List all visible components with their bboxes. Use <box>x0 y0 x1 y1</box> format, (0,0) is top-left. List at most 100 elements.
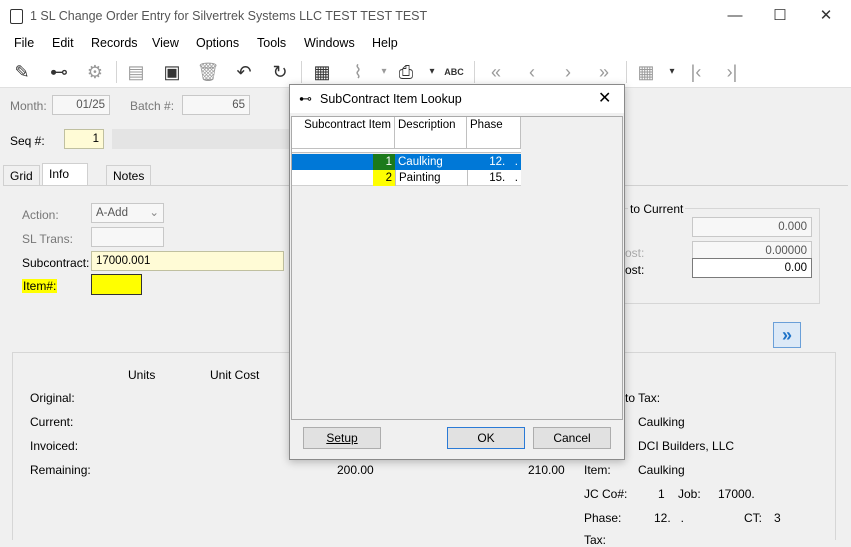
binoculars-icon: ⊷ <box>299 91 312 106</box>
row-phase: 12. . <box>467 154 521 170</box>
job-value: 17000. <box>718 487 755 501</box>
close-button[interactable]: ✕ <box>813 4 839 28</box>
edit-icon[interactable]: ✎ <box>10 60 34 84</box>
seq-label: Seq #: <box>10 134 45 148</box>
cost-label-2: ost: <box>625 263 645 277</box>
save-icon[interactable]: ▣ <box>160 60 184 84</box>
maximize-button[interactable]: ☐ <box>767 4 793 28</box>
menu-tools[interactable]: Tools <box>257 36 286 50</box>
window-title: 1 SL Change Order Entry for Silvertrek S… <box>30 9 428 23</box>
column-header-subcontract-item[interactable]: Subcontract Item <box>292 117 395 149</box>
binoculars-icon[interactable]: ⊷ <box>47 60 71 84</box>
refresh-icon[interactable]: ↻ <box>268 60 292 84</box>
phase-label: Phase: <box>584 511 622 525</box>
document-icon[interactable]: ▤ <box>124 60 148 84</box>
first-icon[interactable]: |‹ <box>684 60 708 84</box>
menu-help[interactable]: Help <box>372 36 398 50</box>
remaining-unit-cost: 210.00 <box>528 463 565 477</box>
item-field[interactable] <box>91 274 142 295</box>
action-label: Action: <box>22 208 59 222</box>
item-summary-label: Item: <box>584 463 611 477</box>
row-item-number: 1 <box>373 154 395 170</box>
menu-records[interactable]: Records <box>91 36 138 50</box>
month-field[interactable]: 01/25 <box>52 95 110 115</box>
column-header-description[interactable]: Description <box>395 117 467 149</box>
list-item[interactable]: 1 Caulking 12. . <box>292 154 521 170</box>
dialog-title-bar: ⊷ SubContract Item Lookup ✕ <box>290 85 624 113</box>
action-select[interactable]: A-Add ⌄ <box>91 203 164 223</box>
ok-button[interactable]: OK <box>447 427 525 449</box>
first-record-icon[interactable]: « <box>484 60 508 84</box>
prev-record-icon[interactable]: ‹ <box>520 60 544 84</box>
invoiced-label: Invoiced: <box>30 439 79 453</box>
current-label: Current: <box>30 415 74 429</box>
calculator-icon[interactable]: ▦ <box>310 60 334 84</box>
remaining-label: Remaining: <box>30 463 91 477</box>
gear-icon[interactable]: ⚙ <box>83 60 107 84</box>
seq-description <box>112 129 292 149</box>
current-field[interactable]: 0.000 <box>692 217 812 237</box>
to-current-label: to Current <box>628 202 686 216</box>
sltrans-field[interactable] <box>91 227 164 247</box>
tax-label: Tax: <box>584 533 607 547</box>
print-icon[interactable]: ⎙ <box>394 60 418 84</box>
last-record-icon[interactable]: » <box>592 60 616 84</box>
menu-edit[interactable]: Edit <box>52 36 74 50</box>
minimize-button[interactable]: — <box>722 4 748 28</box>
seq-field[interactable]: 1 <box>64 129 104 149</box>
item-summary-value: Caulking <box>638 463 685 477</box>
menu-file[interactable]: File <box>14 36 34 50</box>
vendor-value: DCI Builders, LLC <box>638 439 735 453</box>
ct-label: CT: <box>744 511 762 525</box>
subcontract-field[interactable]: 17000.001 <box>91 251 284 271</box>
month-label: Month: <box>10 99 47 113</box>
dialog-close-icon[interactable]: ✕ <box>598 88 611 108</box>
setup-button[interactable]: Setup <box>303 427 381 449</box>
toolbar-separator <box>301 61 302 83</box>
next-record-icon[interactable]: › <box>556 60 580 84</box>
toolbar-separator <box>116 61 117 83</box>
original-label: Original: <box>30 391 75 405</box>
grid-dropdown-icon[interactable]: ▾ <box>660 60 684 84</box>
row-item-number: 2 <box>373 170 395 186</box>
remaining-units: 200.00 <box>337 463 374 477</box>
cancel-button[interactable]: Cancel <box>533 427 611 449</box>
print-dropdown-icon[interactable]: ▾ <box>420 60 444 84</box>
expand-arrow-icon[interactable]: » <box>773 322 801 348</box>
row-description: Painting <box>395 170 467 186</box>
unit-cost-header: Unit Cost <box>210 368 260 382</box>
grid-settings-icon[interactable]: ▦ <box>634 60 658 84</box>
cost-label-1: ost: <box>625 246 645 260</box>
undo-icon[interactable]: ↶ <box>232 60 256 84</box>
jcco-label: JC Co#: <box>584 487 628 501</box>
list-item[interactable]: 2 Painting 15. . <box>292 170 521 186</box>
tab-notes[interactable]: Notes <box>106 165 152 185</box>
setup-button-label: Setup <box>326 431 358 445</box>
tab-grid[interactable]: Grid <box>3 165 40 185</box>
delete-icon[interactable]: 🗑 <box>196 60 220 84</box>
tab-info[interactable]: Info <box>42 163 88 186</box>
menu-windows[interactable]: Windows <box>304 36 355 50</box>
column-header-phase[interactable]: Phase <box>467 117 521 149</box>
menu-options[interactable]: Options <box>196 36 239 50</box>
batch-field[interactable]: 65 <box>182 95 250 115</box>
row-phase: 15. . <box>467 170 521 186</box>
chevron-down-icon: ⌄ <box>149 207 159 219</box>
total-cost-field[interactable]: 0.00 <box>692 258 812 278</box>
menu-view[interactable]: View <box>152 36 179 50</box>
to-tax-label: to Tax: <box>625 391 661 405</box>
dropdown-arrow-icon[interactable]: ▾ <box>372 60 396 84</box>
header-spacer <box>292 149 521 153</box>
jcco-value: 1 <box>658 487 665 501</box>
ct-value: 3 <box>774 511 781 525</box>
item-label: Item#: <box>22 279 58 293</box>
action-value: A-Add <box>96 207 128 219</box>
spellcheck-icon[interactable]: ABC <box>442 60 466 84</box>
menu-bar: File Edit Records View Options Tools Win… <box>0 33 851 55</box>
lookup-grid: Subcontract Item Description Phase 1 Cau… <box>291 116 623 420</box>
last-icon[interactable]: ›| <box>720 60 744 84</box>
subcontract-label: Subcontract: <box>22 256 90 270</box>
attach-icon[interactable]: ⌇ <box>346 60 370 84</box>
app-icon <box>10 9 23 24</box>
units-header: Units <box>128 368 156 382</box>
